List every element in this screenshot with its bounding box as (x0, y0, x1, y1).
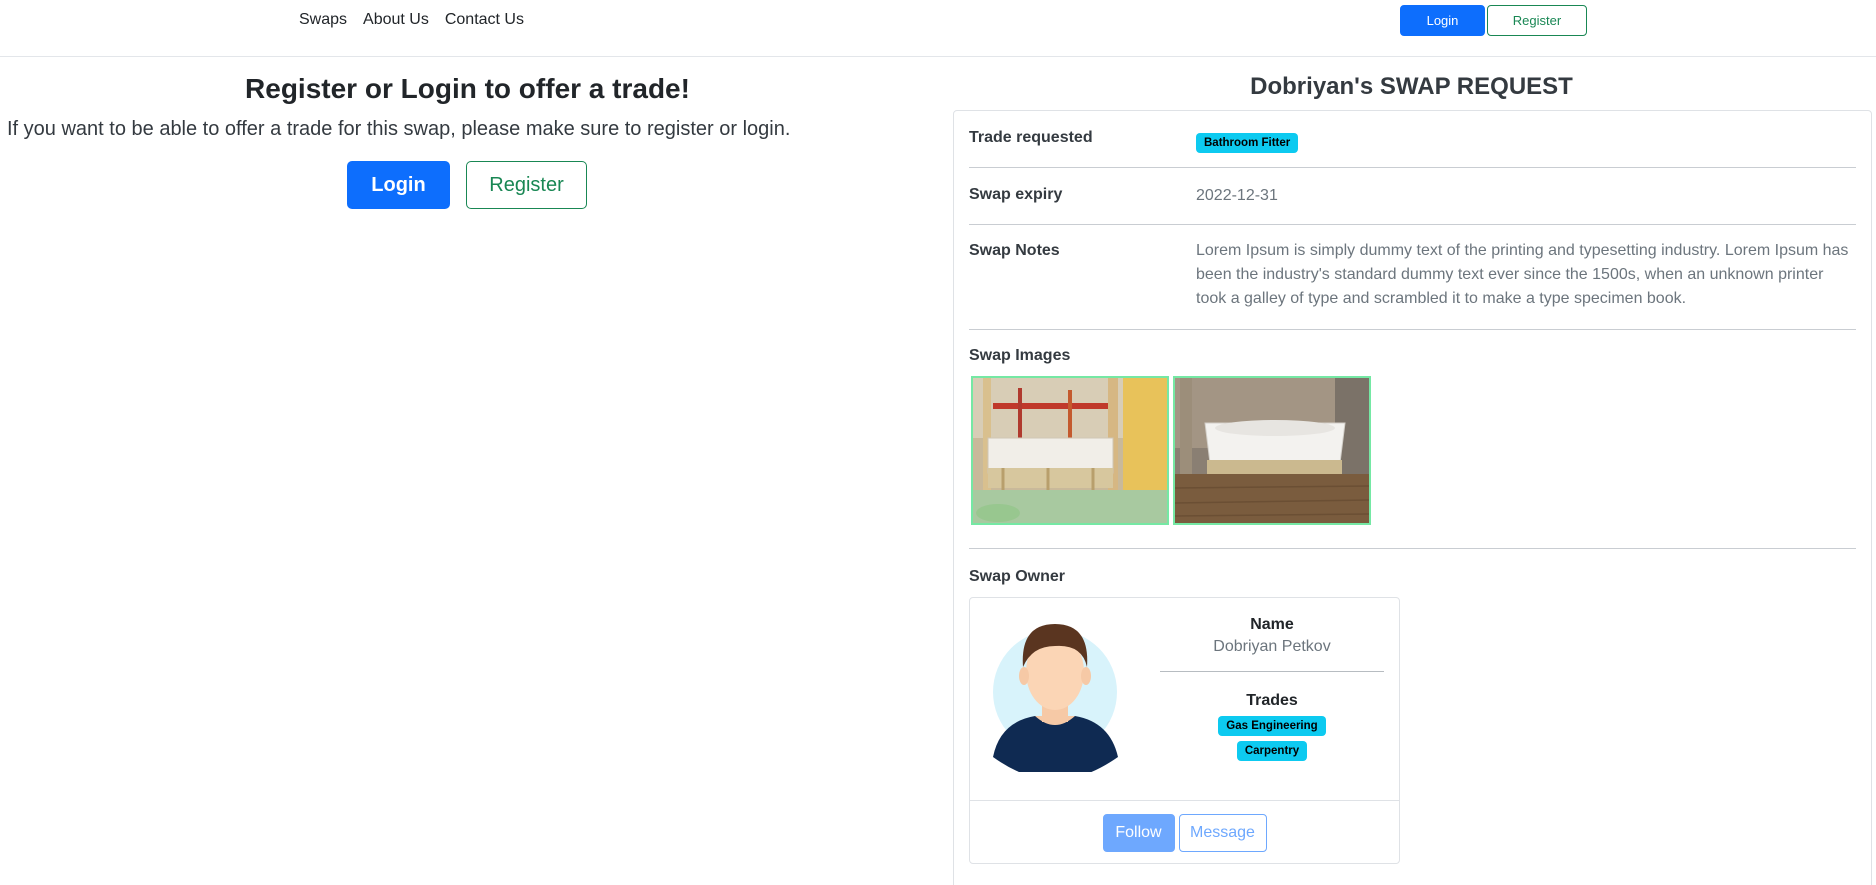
trade-requested-label: Trade requested (969, 129, 1093, 146)
swap-expiry-row: Swap expiry 2022-12-31 (969, 168, 1856, 225)
trade-badge-gas-engineering: Gas Engineering (1218, 716, 1326, 736)
swap-notes-label: Swap Notes (969, 242, 1060, 259)
owner-trades-list: Gas Engineering Carpentry (1160, 716, 1384, 761)
swap-image-1[interactable] (971, 376, 1169, 525)
nav-link-swaps[interactable]: Swaps (299, 11, 347, 29)
owner-name: Dobriyan Petkov (1213, 638, 1331, 655)
register-login-heading: Register or Login to offer a trade! (245, 73, 690, 104)
swap-details-card: Trade requested Bathroom Fitter Swap exp… (953, 110, 1872, 885)
swap-expiry-label: Swap expiry (969, 186, 1063, 203)
swap-images-gallery (971, 376, 1371, 525)
register-login-description: If you want to be able to offer a trade … (7, 118, 791, 140)
owner-trades-heading: Trades (1246, 692, 1298, 709)
swap-notes-row: Swap Notes Lorem Ipsum is simply dummy t… (969, 225, 1856, 330)
swap-notes-value: Lorem Ipsum is simply dummy text of the … (1196, 242, 1849, 307)
nav-auth-buttons: Login Register (1400, 5, 1587, 36)
login-button[interactable]: Login (347, 161, 450, 209)
nav-link-contact-us[interactable]: Contact Us (445, 11, 524, 29)
owner-info-divider (1160, 671, 1384, 672)
avatar (990, 612, 1125, 780)
swap-request-title: Dobriyan's SWAP REQUEST (1250, 73, 1573, 100)
swap-images-label: Swap Images (969, 347, 1071, 364)
nav-register-button[interactable]: Register (1487, 5, 1587, 36)
owner-info: Name Dobriyan Petkov Trades Gas Engineer… (1160, 616, 1384, 761)
follow-button[interactable]: Follow (1102, 813, 1175, 852)
trade-badge-carpentry: Carpentry (1236, 741, 1308, 761)
top-navbar: Swaps About Us Contact Us Login Register (0, 0, 1876, 57)
message-button[interactable]: Message (1178, 813, 1267, 852)
swap-owner-label: Swap Owner (969, 568, 1066, 585)
nav-links: Swaps About Us Contact Us (299, 11, 524, 29)
owner-name-heading: Name (1250, 616, 1294, 633)
owner-card-footer: Follow Message (970, 800, 1399, 864)
nav-link-about-us[interactable]: About Us (363, 11, 429, 29)
owner-card: Name Dobriyan Petkov Trades Gas Engineer… (969, 597, 1400, 864)
nav-login-button[interactable]: Login (1400, 5, 1485, 36)
register-button[interactable]: Register (466, 161, 587, 209)
register-login-actions: Login Register (347, 161, 587, 209)
swap-expiry-value: 2022-12-31 (1196, 187, 1278, 204)
trade-requested-badge: Bathroom Fitter (1196, 133, 1299, 153)
trade-requested-row: Trade requested Bathroom Fitter (969, 111, 1856, 168)
swap-image-2[interactable] (1173, 376, 1371, 525)
